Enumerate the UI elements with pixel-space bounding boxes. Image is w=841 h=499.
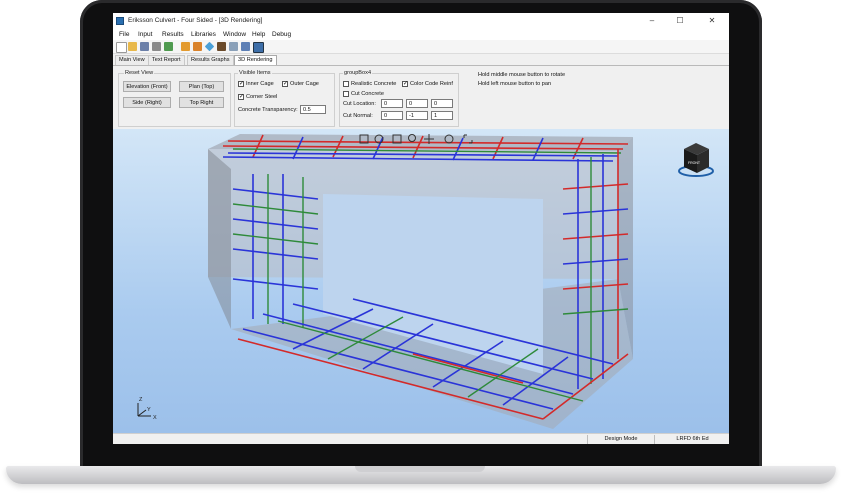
visible-items-title: Visible Items [238, 70, 272, 76]
app-window: Eriksson Culvert - Four Sided - [3D Rend… [113, 13, 729, 444]
laptop-notch [355, 466, 485, 472]
axis-x-label: X [153, 415, 157, 421]
minimize-button[interactable]: – [642, 15, 662, 27]
export-icon[interactable] [164, 42, 173, 51]
cut-normal-x[interactable]: 0 [381, 111, 403, 120]
open-folder-icon[interactable] [128, 42, 137, 51]
control-panel: Reset View Elevation (Front) Plan (Top) … [113, 66, 729, 128]
color-code-checkbox[interactable]: ✓ [402, 81, 408, 87]
reset-view-title: Reset View [124, 70, 155, 76]
cut-normal-y[interactable]: -1 [406, 111, 428, 120]
nav-cube[interactable]: FRONT [678, 143, 714, 177]
tab-3d-rendering[interactable]: 3D Rendering [234, 55, 277, 65]
groupbox4-title: groupBox4 [343, 70, 373, 76]
title-bar: Eriksson Culvert - Four Sided - [3D Rend… [113, 13, 729, 29]
elevation-front-button[interactable]: Elevation (Front) [123, 81, 171, 92]
menu-bar: File Input Results Libraries Window Help… [113, 29, 729, 40]
tab-strip: Main View Text Report Results Graphs 3D … [113, 54, 729, 66]
cut-concrete-label: Cut Concrete [351, 91, 384, 97]
culvert-render: FRONT Z Y X [137, 134, 714, 429]
hint-pan: Hold left mouse button to pan [478, 81, 552, 87]
outer-cage-label: Outer Cage [290, 81, 319, 87]
menu-window[interactable]: Window [223, 31, 246, 38]
corner-steel-label: Corner Steel [246, 94, 278, 100]
hint-rotate: Hold middle mouse button to rotate [478, 72, 566, 78]
3d-viewport[interactable]: FRONT Z Y X [113, 129, 729, 433]
app-icon [116, 17, 124, 25]
close-button[interactable]: ✕ [702, 15, 722, 27]
menu-file[interactable]: File [119, 31, 129, 38]
tab-text-report[interactable]: Text Report [148, 55, 185, 65]
cut-location-z[interactable]: 0 [431, 99, 453, 108]
cut-location-x[interactable]: 0 [381, 99, 403, 108]
transparency-label: Concrete Transparency: [238, 107, 298, 113]
tab-main-view[interactable]: Main View [115, 55, 149, 65]
menu-debug[interactable]: Debug [272, 31, 291, 38]
cut-concrete-checkbox[interactable] [343, 91, 349, 97]
axis-y-label: Y [147, 407, 151, 413]
menu-help[interactable]: Help [252, 31, 265, 38]
cut-normal-label: Cut Normal: [343, 113, 373, 119]
top-right-button[interactable]: Top Right [179, 97, 224, 108]
status-bar: Design Mode LRFD 6th Ed [113, 433, 729, 444]
status-mode: Design Mode [587, 435, 654, 444]
menu-results[interactable]: Results [162, 31, 184, 38]
side-right-button[interactable]: Side (Right) [123, 97, 171, 108]
tab-results-graphs[interactable]: Results Graphs [187, 55, 234, 65]
inner-cage-label: Inner Cage [246, 81, 274, 87]
library-icon[interactable] [217, 42, 226, 51]
nav-cube-label: FRONT [688, 161, 701, 165]
realistic-concrete-checkbox[interactable] [343, 81, 349, 87]
menu-input[interactable]: Input [138, 31, 152, 38]
cut-normal-z[interactable]: 1 [431, 111, 453, 120]
outer-cage-checkbox[interactable]: ✓ [282, 81, 288, 87]
diamond-icon[interactable] [204, 41, 215, 52]
cut-location-y[interactable]: 0 [406, 99, 428, 108]
axis-z-label: Z [139, 397, 143, 403]
maximize-button[interactable]: ☐ [670, 15, 690, 27]
new-file-icon[interactable] [116, 42, 127, 53]
settings-icon[interactable] [229, 42, 238, 51]
toolbar [113, 40, 729, 54]
status-code: LRFD 6th Ed [654, 435, 729, 444]
window-icon[interactable] [241, 42, 250, 51]
cut-location-label: Cut Location: [343, 101, 376, 107]
window-title: Eriksson Culvert - Four Sided - [3D Rend… [128, 17, 263, 24]
realistic-concrete-label: Realistic Concrete [351, 81, 397, 87]
menu-libraries[interactable]: Libraries [191, 31, 216, 38]
grid-icon[interactable] [253, 42, 264, 53]
inner-cage-checkbox[interactable]: ✓ [238, 81, 244, 87]
transparency-input[interactable]: 0.5 [300, 105, 326, 114]
tool-icon[interactable] [193, 42, 202, 51]
save-icon[interactable] [140, 42, 149, 51]
color-code-label: Color Code Reinf [410, 81, 453, 87]
plan-top-button[interactable]: Plan (Top) [179, 81, 224, 92]
culvert-left-face [208, 149, 231, 329]
run-icon[interactable] [181, 42, 190, 51]
print-icon[interactable] [152, 42, 161, 51]
corner-steel-checkbox[interactable]: ✓ [238, 94, 244, 100]
